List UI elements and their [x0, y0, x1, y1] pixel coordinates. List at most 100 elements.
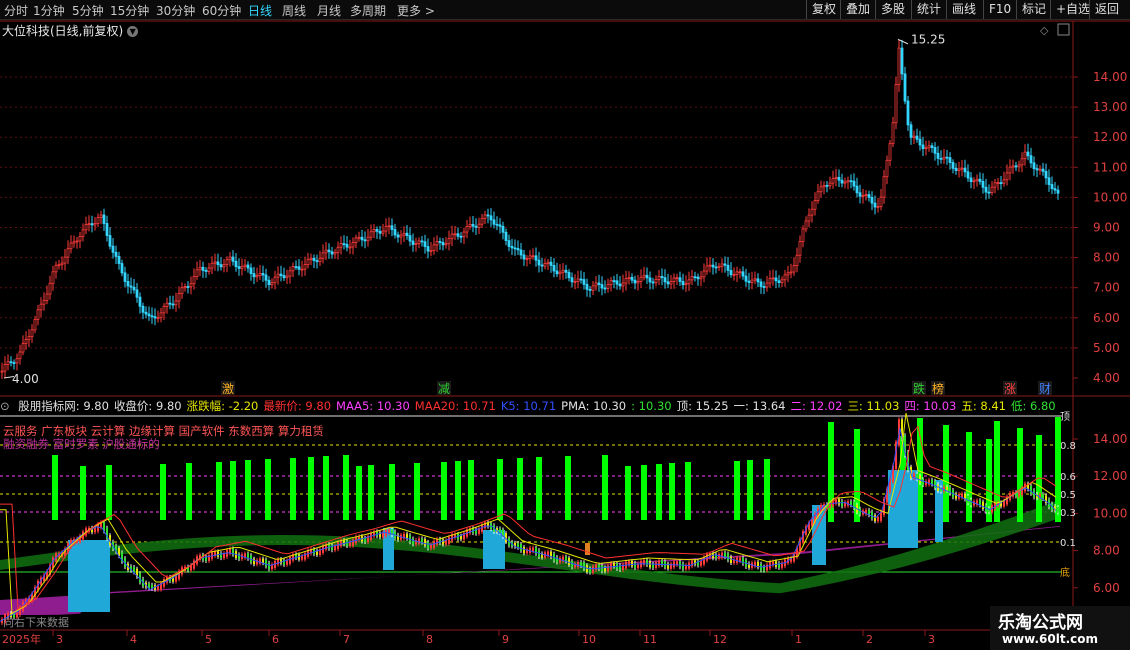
- high-price-label: 15.25: [911, 32, 945, 46]
- candle-body: [519, 249, 523, 256]
- candle-body: [396, 234, 400, 238]
- candle-body: [270, 282, 274, 286]
- candle-body: [15, 358, 19, 364]
- candle-body: [441, 242, 445, 246]
- candle-body: [420, 240, 424, 243]
- cyan-block: [483, 530, 505, 569]
- signal-bar: [343, 455, 349, 520]
- candle-body: [477, 223, 481, 228]
- candle-body: [522, 254, 526, 260]
- candle-body: [183, 286, 187, 289]
- candle-body: [186, 286, 190, 288]
- candle-body: [12, 362, 16, 364]
- candle-body: [774, 277, 778, 282]
- candle-body: [303, 264, 307, 270]
- signal-bar: [52, 455, 58, 520]
- candle-body: [336, 246, 340, 253]
- lower-candle-body: [610, 562, 612, 570]
- price-axis-label: 9.00: [1093, 221, 1120, 235]
- candle-body: [939, 157, 943, 160]
- candle-body: [456, 233, 460, 237]
- candle-body: [954, 167, 958, 171]
- candle-body: [339, 243, 343, 248]
- candle-body: [888, 143, 892, 161]
- candle-body: [960, 167, 964, 170]
- candle-body: [45, 293, 49, 301]
- price-axis-label: 5.00: [1093, 341, 1120, 355]
- lower-candle-body: [658, 560, 660, 566]
- candle-body: [342, 243, 346, 245]
- indicator-value-2: 涨跌幅: -2.20: [186, 399, 259, 413]
- candle-body: [627, 276, 631, 280]
- signal-bar: [734, 461, 740, 520]
- candle-body: [258, 273, 262, 277]
- candle-body: [87, 223, 91, 226]
- level-label-2: 0.6: [1060, 472, 1076, 483]
- candle-body: [831, 178, 835, 184]
- candle-body: [798, 241, 802, 256]
- price-axis-label: 8.00: [1093, 251, 1120, 265]
- indicator-value-0: : 9.80: [75, 399, 109, 413]
- candle-body: [552, 265, 556, 272]
- candle-body: [585, 283, 589, 290]
- candle-body: [1053, 188, 1057, 191]
- kline-chart[interactable]: ◇14.0013.0012.0011.0010.009.008.007.006.…: [0, 0, 1130, 650]
- signal-bar: [389, 464, 395, 520]
- candle-body: [90, 223, 94, 226]
- signal-bar: [966, 432, 972, 522]
- candle-body: [1044, 170, 1048, 179]
- candle-body: [30, 329, 34, 337]
- candle-body: [948, 157, 952, 163]
- candle-body: [852, 180, 856, 187]
- indicator-name[interactable]: 股朋指标网: [18, 399, 76, 413]
- candle-body: [828, 182, 832, 187]
- candle-body: [564, 269, 568, 273]
- candle-body: [615, 280, 619, 285]
- candle-body: [3, 364, 7, 372]
- candle-body: [651, 281, 655, 284]
- candle-body: [936, 152, 940, 159]
- date-label-6: 8: [426, 633, 433, 646]
- candle-body: [120, 263, 124, 274]
- date-label-0: 2025年: [2, 632, 41, 646]
- candle-body: [219, 264, 223, 268]
- candle-body: [1056, 189, 1060, 194]
- candle-body: [906, 100, 910, 126]
- candle-body: [492, 219, 496, 225]
- candle-body: [165, 302, 169, 307]
- indicator-menu-icon[interactable]: ⊙: [0, 399, 13, 413]
- logo-url: www.60lt.com: [1002, 632, 1099, 646]
- price-axis-label: 6.00: [1093, 311, 1120, 325]
- lower-candle-body: [580, 561, 582, 567]
- candle-body: [570, 277, 574, 283]
- candle-body: [504, 231, 508, 242]
- date-label-3: 5: [205, 633, 212, 646]
- candle-body: [234, 260, 238, 268]
- candle-body: [156, 317, 160, 320]
- candle-body: [63, 256, 67, 264]
- candle-body: [348, 246, 352, 249]
- candle-body: [711, 264, 715, 268]
- lower-candle-body: [289, 556, 291, 564]
- candle-body: [945, 156, 949, 159]
- candle-body: [981, 181, 985, 188]
- lower-candle-body: [730, 556, 732, 563]
- lower-candle-body: [442, 539, 444, 545]
- level-label-5: 0.1: [1060, 538, 1076, 549]
- candle-body: [636, 281, 640, 284]
- candle-body: [717, 265, 721, 269]
- candle-body: [321, 252, 325, 259]
- candle-body: [324, 249, 328, 254]
- candle-body: [117, 256, 121, 264]
- low-price-label: 4.00: [12, 372, 39, 386]
- signal-bar: [455, 461, 461, 520]
- candle-body: [708, 264, 712, 267]
- candle-body: [444, 243, 448, 246]
- lower-candle-body: [673, 561, 675, 568]
- candle-body: [285, 275, 289, 279]
- lower-candle-body: [607, 565, 609, 572]
- price-axis-label: 4.00: [1093, 371, 1120, 385]
- candle-body: [213, 261, 217, 264]
- event-marker-0: 激: [222, 382, 234, 396]
- candle-body: [720, 263, 724, 267]
